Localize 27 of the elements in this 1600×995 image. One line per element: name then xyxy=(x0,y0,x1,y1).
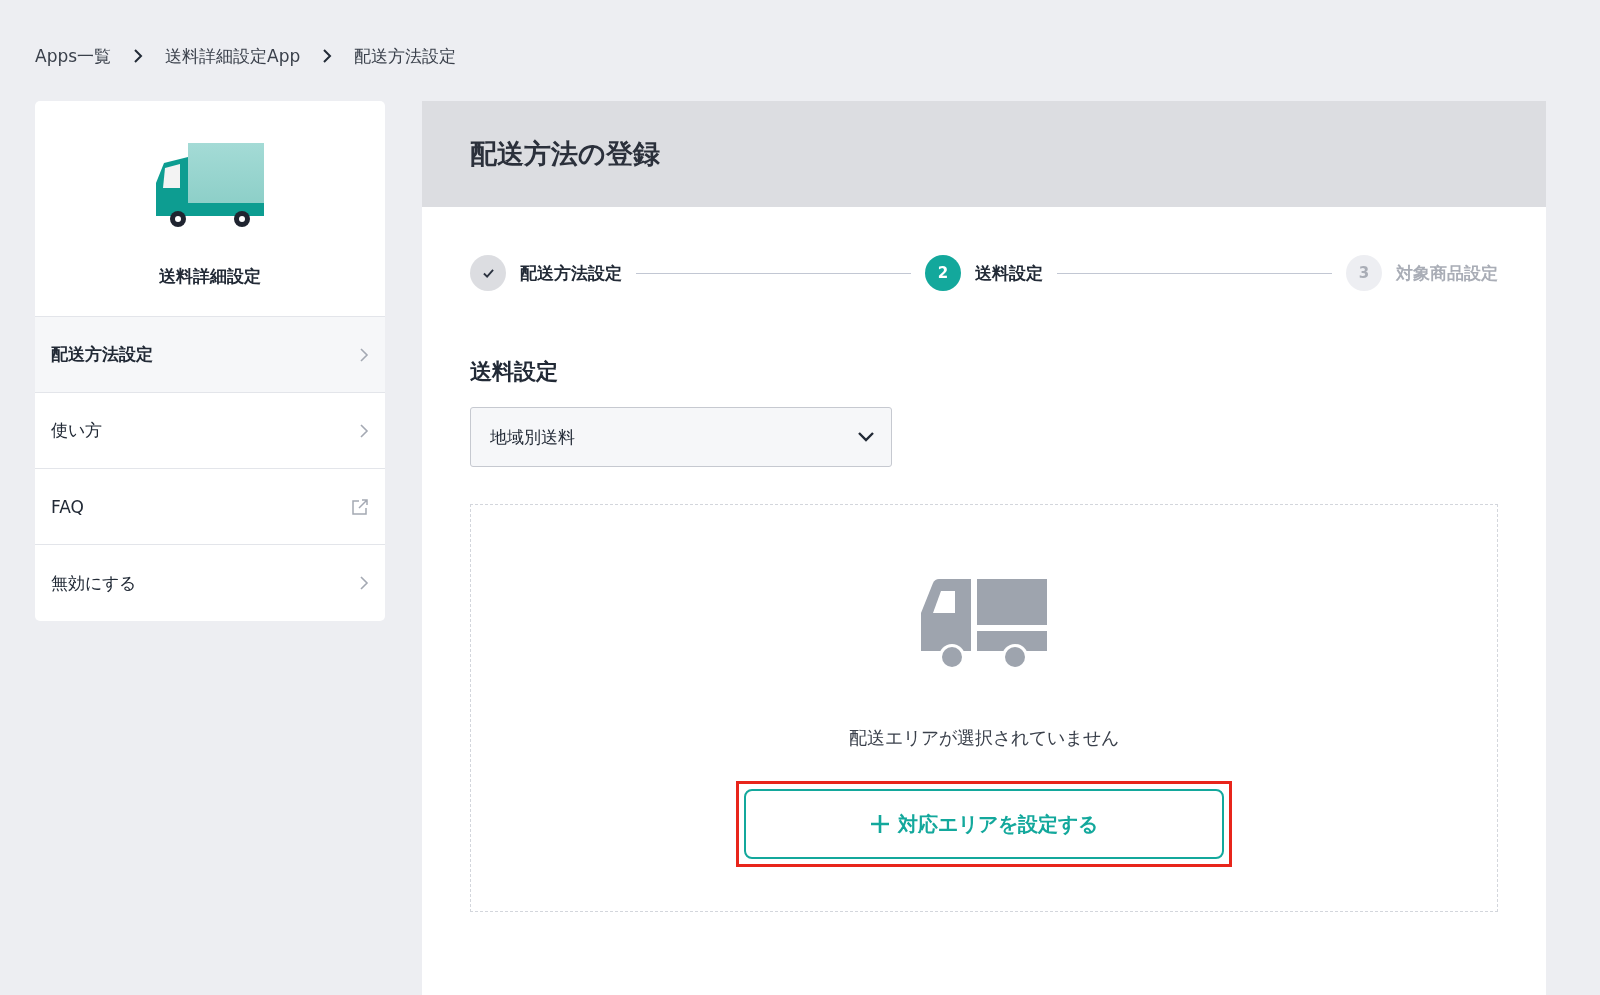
section-title: 送料設定 xyxy=(470,358,559,386)
chevron-right-icon xyxy=(359,422,369,439)
sidebar-item[interactable]: 配送方法設定 xyxy=(35,317,385,393)
step-marker: 2 xyxy=(925,255,961,291)
truck-icon xyxy=(156,143,264,227)
plus-icon xyxy=(870,814,890,834)
checkmark-icon xyxy=(481,267,495,279)
sidebar-item[interactable]: 使い方 xyxy=(35,393,385,469)
page-title: 配送方法の登録 xyxy=(470,137,660,171)
dropdown-select[interactable]: 地域別送料 xyxy=(470,407,892,467)
chevron-right-icon xyxy=(359,346,369,363)
chevron-right-icon xyxy=(133,49,144,63)
breadcrumb-link[interactable]: 配送方法設定 xyxy=(354,44,457,68)
sidebar-item[interactable]: 無効にする xyxy=(35,545,385,621)
step-label: 送料設定 xyxy=(975,261,1043,285)
app-name: 送料詳細設定 xyxy=(159,265,261,288)
step-label: 対象商品設定 xyxy=(1396,261,1498,285)
step-marker: 3 xyxy=(1346,255,1382,291)
sidebar-item[interactable]: FAQ xyxy=(35,469,385,545)
chevron-right-icon xyxy=(322,49,333,63)
breadcrumb-link[interactable]: 送料詳細設定App xyxy=(165,44,301,68)
chevron-down-icon xyxy=(857,431,875,443)
chevron-right-icon xyxy=(359,575,369,591)
breadcrumb-link[interactable]: Apps一覧 xyxy=(35,44,112,68)
external-link-icon xyxy=(351,497,369,516)
step-label: 配送方法設定 xyxy=(520,261,622,285)
empty-message: 配送エリアが選択されていません xyxy=(849,726,1119,750)
